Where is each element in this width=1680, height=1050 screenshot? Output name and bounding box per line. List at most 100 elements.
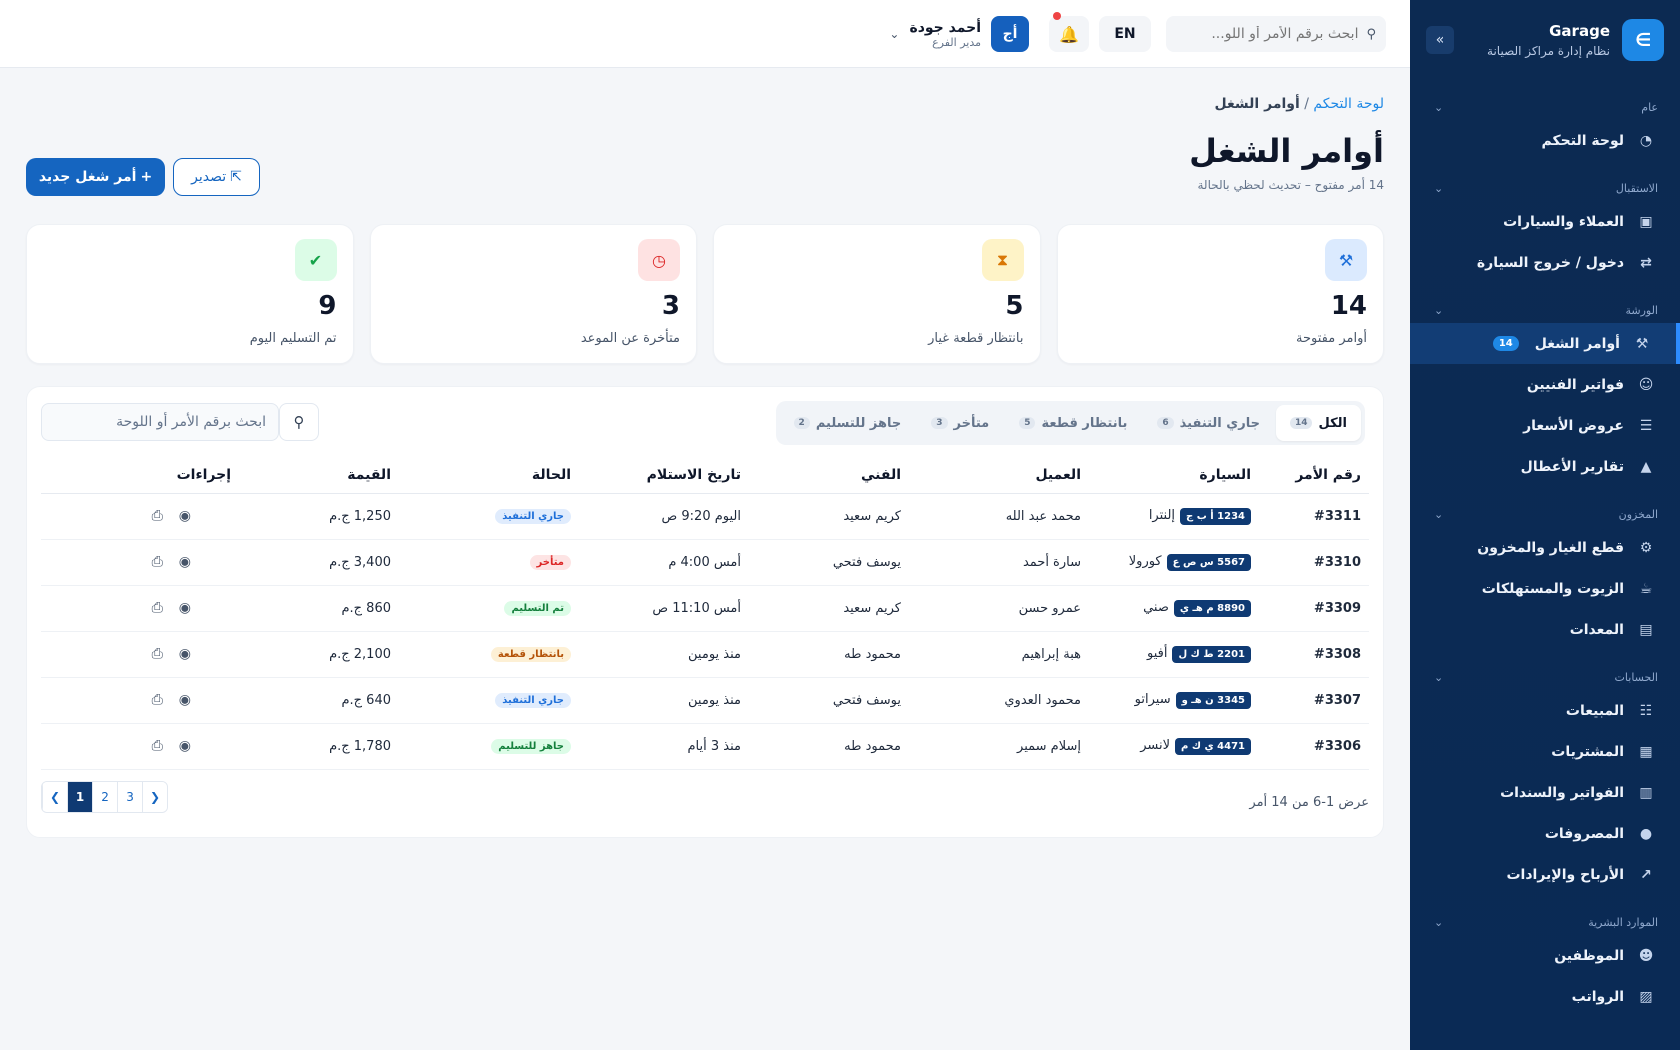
order-number[interactable]: #3307 [1259, 677, 1369, 724]
sidebar-item[interactable]: ☻ الموظفين [1410, 935, 1680, 976]
actions-cell: ◉ ⎙ [41, 585, 239, 632]
eye-icon[interactable]: ◉ [179, 692, 191, 708]
status-badge: جاري التنفيذ [495, 509, 571, 524]
sidebar-item-label: الفواتير والسندات [1500, 784, 1624, 801]
stat-card: ⧗ 5 بانتظار قطعة غيار [713, 224, 1041, 364]
table-row[interactable]: #3310 5567 س ص عكورولا سارة أحمد يوسف فتحي أ… [41, 539, 1369, 586]
sidebar-group-header[interactable]: عام ⌄ [1410, 94, 1680, 120]
export-button[interactable]: ⇱ تصدير [173, 158, 260, 196]
wrench-icon: ⚒ [1325, 239, 1367, 281]
sidebar-item[interactable]: ▨ الرواتب [1410, 976, 1680, 1017]
sidebar-item[interactable]: ☷ المبيعات [1410, 690, 1680, 731]
sidebar-item-badge: 14 [1492, 336, 1519, 351]
car-cell: 1234 أ ب جإلنترا [1089, 493, 1259, 540]
stat-card: ⚒ 14 أوامر مفتوحة [1056, 224, 1384, 364]
global-search[interactable]: ⚲ [1166, 16, 1386, 52]
status-tab[interactable]: جاري التنفيذ 6 [1143, 405, 1274, 441]
sidebar-group-header[interactable]: الاستقبال ⌄ [1410, 175, 1680, 201]
order-number[interactable]: #3306 [1259, 723, 1369, 770]
sidebar-item[interactable]: ◔ لوحة التحكم [1410, 120, 1680, 161]
print-icon[interactable]: ⎙ [152, 738, 163, 754]
language-toggle[interactable]: EN [1099, 16, 1151, 52]
print-icon[interactable]: ⎙ [152, 646, 163, 662]
actions-cell: ◉ ⎙ [41, 723, 239, 770]
status-badge: جاهز للتسليم [491, 739, 571, 754]
sidebar-item[interactable]: ▣ العملاء والسيارات [1410, 201, 1680, 242]
page-button[interactable]: 2 [92, 782, 117, 812]
table-row[interactable]: #3307 3345 ن هـ وسيراتو محمود العدوي يوسف ف… [41, 677, 1369, 724]
plate-badge: 3345 ن هـ و [1175, 691, 1251, 709]
print-icon[interactable]: ⎙ [152, 692, 163, 708]
status-tab[interactable]: الكل 14 [1275, 405, 1361, 441]
sidebar-item[interactable]: ☕ الزيوت والمستهلكات [1410, 568, 1680, 609]
breadcrumb-dashboard-link[interactable]: لوحة التحكم [1313, 96, 1384, 112]
page-button[interactable]: 3 [117, 782, 142, 812]
eye-icon[interactable]: ◉ [179, 600, 191, 616]
sidebar-item[interactable]: ▤ المعدات [1410, 609, 1680, 650]
notifications-button[interactable]: 🔔 [1049, 12, 1089, 52]
sidebar-item[interactable]: ☰ عروض الأسعار [1410, 405, 1680, 446]
page-button[interactable]: 1 [67, 782, 92, 812]
contacts-icon: ▣ [1639, 213, 1653, 230]
actions-cell: ◉ ⎙ [41, 631, 239, 678]
chevron-right-icon[interactable]: ❯ [42, 782, 67, 812]
sidebar-group-header[interactable]: الحسابات ⌄ [1410, 664, 1680, 690]
tab-count-badge: 3 [931, 417, 948, 429]
sidebar-item[interactable]: ⚒ أوامر الشغل 14 [1410, 323, 1680, 364]
search-icon: ⚲ [1366, 26, 1376, 42]
status-tab[interactable]: متأخر 3 [917, 405, 1003, 441]
tab-count-badge: 5 [1019, 417, 1036, 429]
status-badge: متأخر [529, 555, 571, 570]
check-circle-icon: ✔ [294, 239, 337, 281]
print-icon[interactable]: ⎙ [152, 600, 163, 616]
print-icon[interactable]: ⎙ [152, 554, 163, 570]
received-date: أمس 4:00 م [579, 539, 749, 586]
status-tab[interactable]: جاهز للتسليم 2 [780, 405, 916, 441]
status-cell: جاهز للتسليم [399, 723, 579, 770]
tab-label: متأخر [953, 415, 990, 431]
status-tabs: الكل 14 جاري التنفيذ 6 بانتظار قطعة 5 متأخر 3 جا… [775, 401, 1365, 445]
notification-dot [1053, 12, 1061, 20]
garage-logo-icon: ∋ [1622, 19, 1664, 61]
sidebar-item[interactable]: ● المصروفات [1410, 813, 1680, 854]
order-number[interactable]: #3309 [1259, 585, 1369, 632]
order-number[interactable]: #3311 [1259, 493, 1369, 540]
global-search-input[interactable] [1176, 26, 1359, 42]
technician-name: محمود طه [749, 723, 909, 770]
sidebar-item[interactable]: ↗ الأرباح والإيرادات [1410, 854, 1680, 895]
table-row[interactable]: #3309 8890 م هـ يصني عمرو حسن كريم سعيد أمس … [41, 585, 1369, 632]
table-row[interactable]: #3306 4471 ي ك ملانسر إسلام سمير محمود طه من… [41, 723, 1369, 770]
column-header: القيمة [239, 457, 399, 494]
eye-icon[interactable]: ◉ [179, 646, 191, 662]
print-icon[interactable]: ⎙ [152, 508, 163, 524]
sidebar-group-header[interactable]: الورشة ⌄ [1410, 297, 1680, 323]
sidebar-item[interactable]: ⚙ قطع الغيار والمخزون [1410, 527, 1680, 568]
sidebar-item[interactable]: ⇄ دخول / خروج السيارة [1410, 242, 1680, 283]
eye-icon[interactable]: ◉ [179, 738, 191, 754]
table-row[interactable]: #3311 1234 أ ب جإلنترا محمد عبد الله كريم س… [41, 493, 1369, 540]
sidebar-item[interactable]: ☺ فواتير الفنيين [1410, 364, 1680, 405]
chart-icon: ↗ [1640, 866, 1652, 883]
sidebar-group-label: الموارد البشرية [1588, 915, 1658, 929]
user-menu[interactable]: أج أحمد جودة مدير الفرع ⌄ [889, 16, 1029, 52]
order-number[interactable]: #3308 [1259, 631, 1369, 678]
sidebar-item[interactable]: ▦ المشتريات [1410, 731, 1680, 772]
brand-title: Garage [1549, 22, 1610, 40]
collapse-sidebar-icon[interactable]: » [1426, 26, 1454, 54]
eye-icon[interactable]: ◉ [179, 554, 191, 570]
order-number[interactable]: #3310 [1259, 539, 1369, 586]
status-tab[interactable]: بانتظار قطعة 5 [1005, 405, 1141, 441]
sidebar-group-header[interactable]: المخزون ⌄ [1410, 501, 1680, 527]
sidebar-group-header[interactable]: الموارد البشرية ⌄ [1410, 909, 1680, 935]
chevron-left-icon[interactable]: ❮ [142, 782, 167, 812]
user-info: أحمد جودة مدير الفرع [909, 20, 981, 49]
sidebar-item[interactable]: ▲ تقارير الأعطال [1410, 446, 1680, 487]
eye-icon[interactable]: ◉ [179, 508, 191, 524]
table-row[interactable]: #3308 2201 ط ك لأفيو هبة إبراهيم محمود طه من… [41, 631, 1369, 678]
sidebar-item[interactable]: ▥ الفواتير والسندات [1410, 772, 1680, 813]
table-search-button[interactable]: ⚲ [279, 403, 319, 441]
table-search-input[interactable]: ابحث برقم الأمر أو اللوحة [41, 403, 279, 441]
status-badge: تم التسليم [504, 601, 571, 616]
new-work-order-button[interactable]: + أمر شغل جديد [26, 158, 165, 196]
actions-cell: ◉ ⎙ [41, 493, 239, 540]
